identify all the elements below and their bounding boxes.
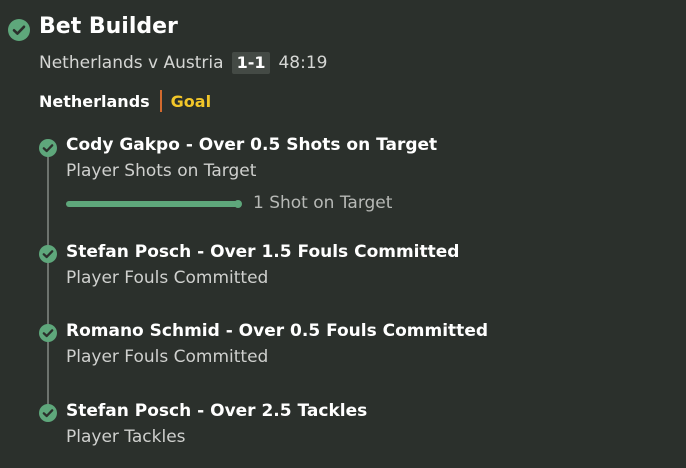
score-badge: 1-1 bbox=[231, 52, 271, 74]
bet-title: Bet Builder bbox=[39, 14, 178, 39]
leg-progress-bar bbox=[66, 200, 242, 208]
latest-event: Netherlands Goal bbox=[39, 89, 211, 113]
leg-title: Stefan Posch - Over 2.5 Tackles bbox=[66, 401, 368, 421]
check-circle-icon bbox=[8, 19, 30, 41]
event-team: Netherlands bbox=[39, 91, 150, 111]
leg-progress-marker bbox=[234, 200, 242, 208]
match-name: Netherlands v Austria bbox=[39, 53, 224, 73]
match-clock: 48:19 bbox=[278, 53, 328, 73]
event-divider bbox=[159, 90, 162, 112]
check-circle-icon bbox=[39, 324, 57, 342]
leg-market: Player Tackles bbox=[66, 427, 186, 447]
event-type: Goal bbox=[170, 91, 212, 111]
leg-market: Player Shots on Target bbox=[66, 161, 257, 181]
leg-market: Player Fouls Committed bbox=[66, 347, 269, 367]
leg-progress-fill bbox=[66, 201, 238, 207]
leg-title: Stefan Posch - Over 1.5 Fouls Committed bbox=[66, 242, 460, 262]
leg-title: Romano Schmid - Over 0.5 Fouls Committed bbox=[66, 321, 489, 341]
bet-builder-card: Bet Builder Netherlands v Austria 1-1 48… bbox=[0, 0, 686, 468]
check-circle-icon bbox=[39, 139, 57, 157]
legs-timeline bbox=[47, 148, 49, 412]
leg-progress-label: 1 Shot on Target bbox=[253, 193, 393, 213]
check-circle-icon bbox=[39, 245, 57, 263]
leg-market: Player Fouls Committed bbox=[66, 268, 269, 288]
check-circle-icon bbox=[39, 404, 57, 422]
leg-title: Cody Gakpo - Over 0.5 Shots on Target bbox=[66, 135, 438, 155]
match-info: Netherlands v Austria 1-1 48:19 bbox=[39, 51, 327, 75]
